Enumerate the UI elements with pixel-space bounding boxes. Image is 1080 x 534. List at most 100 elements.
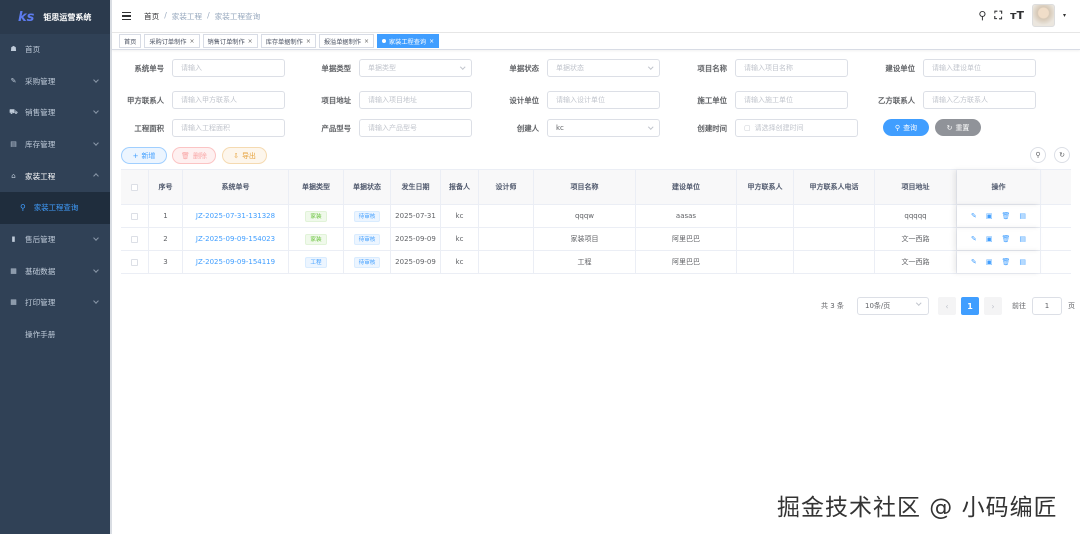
tab-4[interactable]: 报溢单据制作 ×: [318, 34, 374, 48]
input-field[interactable]: 请输入设计单位: [547, 91, 660, 109]
detail-icon[interactable]: ▤: [1019, 235, 1026, 243]
fullscreen-icon[interactable]: ⛶: [994, 9, 1002, 23]
prev-page-button[interactable]: ‹: [938, 297, 956, 315]
goto-page-input[interactable]: 1: [1032, 297, 1062, 315]
input-field[interactable]: 请输入产品型号: [359, 119, 472, 137]
delete-icon[interactable]: 🗑: [1001, 235, 1010, 243]
edit-icon[interactable]: ✎: [971, 212, 977, 220]
field-placeholder: 单据类型: [368, 64, 396, 72]
sidebar-item-inventory[interactable]: ▤ 库存管理: [0, 129, 110, 161]
row-checkbox[interactable]: [131, 258, 138, 266]
add-button[interactable]: + 新增: [121, 147, 167, 164]
detail-icon[interactable]: ▤: [1019, 258, 1026, 266]
table-row[interactable]: 2 JZ-2025-09-09-154023 家装 待审核 2025-09-09 kc 家装…: [121, 228, 1071, 251]
tab-0[interactable]: 首页: [119, 34, 142, 48]
print-icon[interactable]: ▣: [986, 258, 993, 266]
cell-reporter: kc: [441, 228, 479, 250]
print-icon[interactable]: ▣: [986, 212, 993, 220]
next-page-button[interactable]: ›: [984, 297, 1002, 315]
close-icon[interactable]: ×: [364, 38, 369, 45]
sidebar-item-label: 采购管理: [25, 76, 56, 86]
toggle-search-button[interactable]: ⚲: [1030, 147, 1046, 163]
tab-1[interactable]: 采购订单制作 ×: [144, 34, 200, 48]
close-icon[interactable]: ×: [248, 38, 253, 45]
cell-type: 工程: [289, 251, 344, 273]
detail-icon[interactable]: ▤: [1019, 212, 1026, 220]
input-field[interactable]: 请输入建设单位: [923, 59, 1036, 77]
input-field[interactable]: 请输入甲方联系人: [172, 91, 285, 109]
field-label: 产品型号: [321, 123, 351, 133]
sidebar-subitem-decoration-query[interactable]: ⚲ 家装工程查询: [0, 192, 110, 224]
close-icon[interactable]: ×: [429, 38, 434, 45]
reset-button[interactable]: ↻ 重置: [935, 119, 981, 136]
select-field[interactable]: kc: [547, 119, 660, 137]
input-field[interactable]: 请输入施工单位: [735, 91, 848, 109]
row-checkbox[interactable]: [131, 235, 138, 243]
select-field[interactable]: 单据状态: [547, 59, 660, 77]
tab-label: 家装工程查询: [389, 38, 427, 46]
type-badge: 工程: [305, 256, 327, 268]
row-checkbox[interactable]: [131, 212, 138, 220]
sidebar-item-aftersales[interactable]: ▮ 售后管理: [0, 224, 110, 256]
table-row[interactable]: 1 JZ-2025-07-31-131328 家装 待审核 2025-07-31 kc qq…: [121, 205, 1071, 228]
form-item: 项目地址 请输入项目地址: [299, 90, 472, 110]
refresh-button[interactable]: ↻: [1054, 147, 1070, 163]
sidebar-item-sales[interactable]: ⛟ 销售管理: [0, 97, 110, 129]
cell-no[interactable]: JZ-2025-07-31-131328: [183, 205, 289, 227]
field-label: 建设单位: [885, 63, 915, 73]
sidebar-item-manual[interactable]: 操作手册: [0, 319, 110, 351]
field-label: 乙方联系人: [878, 95, 915, 105]
page-number-button[interactable]: 1: [961, 297, 979, 315]
home-icon: ⌂: [11, 171, 16, 180]
hamburger-icon[interactable]: [122, 12, 131, 20]
table-row[interactable]: 3 JZ-2025-09-09-154119 工程 待审核 2025-09-09 kc 工程…: [121, 251, 1071, 274]
app-logo: ks 钜思运营系统: [0, 0, 110, 34]
input-field[interactable]: 请输入项目地址: [359, 91, 472, 109]
input-field[interactable]: 请输入乙方联系人: [923, 91, 1036, 109]
close-icon[interactable]: ×: [190, 38, 195, 45]
cell-phone: [794, 251, 875, 273]
search-icon[interactable]: ⚲: [978, 9, 986, 22]
print-icon[interactable]: ▣: [986, 235, 993, 243]
delete-icon[interactable]: 🗑: [1001, 258, 1010, 266]
cell-actions: ✎ ▣ 🗑 ▤: [957, 251, 1041, 273]
font-size-icon[interactable]: ᴛT: [1010, 9, 1024, 22]
sidebar-item-label: 库存管理: [25, 140, 56, 150]
chevron-down-icon: [915, 300, 921, 306]
delete-button[interactable]: 🗑 删除: [172, 147, 216, 164]
input-field[interactable]: 请输入项目名称: [735, 59, 848, 77]
search-icon: ⚲: [1035, 151, 1041, 159]
sidebar-item-purchase[interactable]: ✎ 采购管理: [0, 66, 110, 98]
cell-contact: [737, 251, 794, 273]
delete-icon[interactable]: 🗑: [1001, 212, 1010, 220]
sidebar-item-home[interactable]: ☗ 首页: [0, 34, 110, 66]
tab-2[interactable]: 销售订单制作 ×: [202, 34, 258, 48]
form-item: 单据类型 单据类型: [299, 58, 472, 78]
sidebar-item-home-decoration[interactable]: ⌂ 家装工程: [0, 160, 110, 192]
sidebar-item-basic-data[interactable]: ▦ 基础数据: [0, 256, 110, 288]
avatar[interactable]: [1031, 4, 1055, 27]
edit-icon[interactable]: ✎: [971, 258, 977, 266]
input-field[interactable]: 请输入: [172, 59, 285, 77]
cell-no[interactable]: JZ-2025-09-09-154023: [183, 228, 289, 250]
tab-5[interactable]: 家装工程查询 ×: [377, 34, 440, 48]
sidebar-item-print[interactable]: ▦ 打印管理: [0, 287, 110, 319]
input-field[interactable]: 请输入工程面积: [172, 119, 285, 137]
select-all-checkbox[interactable]: [131, 183, 138, 191]
select-field[interactable]: 单据类型: [359, 59, 472, 77]
cell-date: 2025-09-09: [391, 228, 441, 250]
page-size-select[interactable]: 10条/页: [857, 297, 929, 315]
input-field[interactable]: ▢ 请选择创建时间: [735, 119, 858, 137]
caret-down-icon[interactable]: ▾: [1063, 12, 1066, 19]
cell-no[interactable]: JZ-2025-09-09-154119: [183, 251, 289, 273]
tab-3[interactable]: 库存单据制作 ×: [260, 34, 316, 48]
export-button[interactable]: ⇩ 导出: [222, 147, 267, 164]
breadcrumb-item[interactable]: 首页: [144, 11, 159, 22]
logo-icon: ks: [18, 9, 35, 25]
edit-icon[interactable]: ✎: [971, 235, 977, 243]
close-icon[interactable]: ×: [306, 38, 311, 45]
search-button[interactable]: ⚲ 查询: [883, 119, 929, 136]
chevron-down-icon: [93, 108, 99, 115]
column-header: 甲方联系人: [737, 170, 794, 204]
cell-address: qqqqq: [875, 205, 957, 227]
